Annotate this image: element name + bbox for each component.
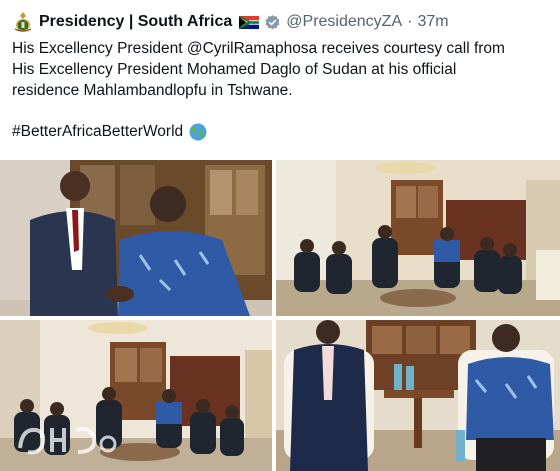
timestamp[interactable]: 37m: [417, 13, 448, 31]
south-africa-flag-icon: [238, 15, 260, 29]
hashtag-link[interactable]: #BetterAfricaBetterWorld: [12, 123, 183, 141]
tweet-header: Presidency | South Africa @PresidencyZA …: [12, 10, 449, 34]
verified-badge-icon: [264, 14, 281, 31]
channel-watermark-logo: [12, 418, 122, 458]
tweet-text-line: His Excellency President @CyrilRamaphosa…: [12, 40, 505, 57]
tweet-text-line: His Excellency President Mohamed Daglo o…: [12, 61, 457, 78]
globe-emoji-icon: [189, 123, 207, 141]
tweet-text: His Excellency President @CyrilRamaphosa…: [12, 38, 552, 101]
photo-seated-presidents[interactable]: [276, 320, 560, 471]
display-name[interactable]: Presidency | South Africa: [39, 13, 232, 31]
hashtag-line: #BetterAfricaBetterWorld: [12, 123, 207, 141]
tweet-card[interactable]: Presidency | South Africa @PresidencyZA …: [0, 0, 560, 471]
coat-of-arms-icon[interactable]: [12, 11, 34, 33]
handle[interactable]: @PresidencyZA: [286, 13, 402, 31]
photo-meeting-room[interactable]: [276, 160, 560, 316]
separator-dot: ·: [407, 13, 413, 30]
photo-handshake[interactable]: [0, 160, 272, 316]
tweet-text-line: residence Mahlambandlopfu in Tshwane.: [12, 82, 293, 99]
